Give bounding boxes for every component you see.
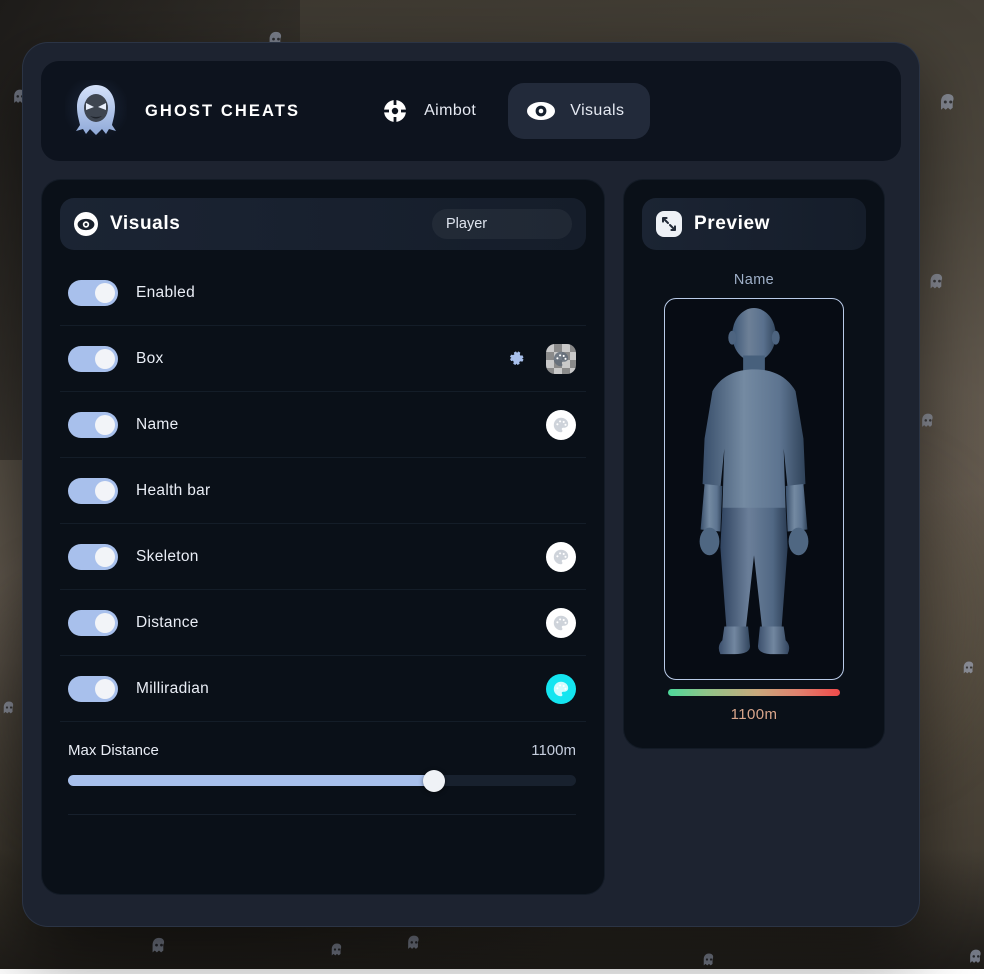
option-label: Skeleton (136, 548, 199, 566)
option-label: Distance (136, 614, 199, 632)
color-swatch-box[interactable] (546, 344, 576, 374)
color-swatch-milliradian[interactable] (546, 674, 576, 704)
visuals-option-row: Skeleton (60, 524, 586, 590)
slider-handle[interactable] (423, 770, 445, 792)
ghost-icon (936, 92, 960, 120)
tab-aimbot[interactable]: Aimbot (362, 83, 502, 139)
slider-header: Max Distance 1100m (68, 742, 576, 759)
color-swatch-skeleton[interactable] (546, 542, 576, 572)
esp-preview-box (664, 298, 844, 680)
divider (68, 814, 576, 815)
row-controls (546, 608, 576, 638)
toggle-distance[interactable] (68, 610, 118, 636)
visuals-option-row: Enabled (60, 260, 586, 326)
content-area: Visuals Player Enabled Box Name Health ba… (41, 179, 901, 895)
color-swatch-distance[interactable] (546, 608, 576, 638)
preview-name-label: Name (642, 272, 866, 288)
max-distance-slider-block: Max Distance 1100m (60, 722, 586, 786)
top-bar: GHOST CHEATS Aimbot (41, 61, 901, 161)
max-distance-slider[interactable] (68, 775, 576, 786)
eye-icon (526, 96, 556, 126)
slider-fill (68, 775, 434, 786)
eye-icon (74, 212, 98, 236)
row-controls (546, 674, 576, 704)
option-label: Name (136, 416, 179, 434)
visuals-panel-header: Visuals Player (60, 198, 586, 250)
visuals-option-row: Health bar (60, 458, 586, 524)
ghost-icon (918, 412, 938, 436)
target-selector-dropdown[interactable]: Player (432, 209, 572, 239)
ghost-icon (926, 272, 948, 298)
tab-bar[interactable]: Aimbot Visuals (362, 83, 650, 139)
preview-panel-title: Preview (694, 213, 770, 235)
page-title: GHOST CHEATS (145, 102, 300, 121)
tab-aimbot-label: Aimbot (424, 102, 476, 120)
toggle-milliradian[interactable] (68, 676, 118, 702)
visuals-option-row: Box (60, 326, 586, 392)
tab-visuals[interactable]: Visuals (508, 83, 650, 139)
shrink-arrows-icon (656, 211, 682, 237)
visuals-option-row: Name (60, 392, 586, 458)
row-controls (546, 542, 576, 572)
option-label: Health bar (136, 482, 211, 500)
crosshair-icon (380, 96, 410, 126)
preview-panel: Preview Name (623, 179, 885, 749)
visuals-option-list: Enabled Box Name Health bar Skeleton Dista… (60, 260, 586, 722)
option-label: Enabled (136, 284, 195, 302)
toggle-name[interactable] (68, 412, 118, 438)
preview-distance-label: 1100m (642, 706, 866, 723)
color-swatch-name[interactable] (546, 410, 576, 440)
row-controls (504, 344, 576, 374)
target-selector-value: Player (446, 216, 487, 232)
max-distance-label: Max Distance (68, 742, 159, 759)
app-window: GHOST CHEATS Aimbot (22, 42, 920, 927)
visuals-panel: Visuals Player Enabled Box Name Health ba… (41, 179, 605, 895)
max-distance-value: 1100m (531, 742, 576, 759)
option-label: Box (136, 350, 164, 368)
visuals-panel-title: Visuals (110, 213, 180, 235)
character-model (665, 299, 843, 679)
toggle-enabled[interactable] (68, 280, 118, 306)
visuals-option-row: Milliradian (60, 656, 586, 722)
visuals-option-row: Distance (60, 590, 586, 656)
brand: GHOST CHEATS (59, 80, 300, 142)
toggle-box[interactable] (68, 346, 118, 372)
preview-panel-header: Preview (642, 198, 866, 250)
row-controls (546, 410, 576, 440)
tab-visuals-label: Visuals (570, 102, 624, 120)
ghost-reaper-logo-icon (65, 80, 127, 142)
toggle-skeleton[interactable] (68, 544, 118, 570)
gear-icon[interactable] (504, 348, 526, 370)
health-bar (668, 689, 840, 696)
option-label: Milliradian (136, 680, 209, 698)
toggle-health-bar[interactable] (68, 478, 118, 504)
